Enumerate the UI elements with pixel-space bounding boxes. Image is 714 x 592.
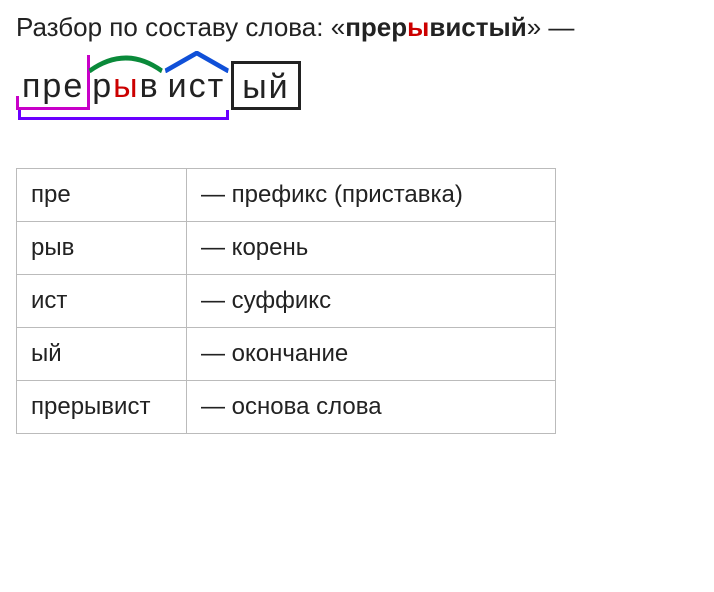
suffix-roof-icon [164,51,230,73]
morpheme-suffix: ист [164,61,230,110]
desc-cell: — префикс (приставка) [187,169,556,222]
morpheme-table: пре — префикс (приставка) рыв — корень и… [16,168,556,434]
stem-wrapper: пре рыв ист [18,61,229,110]
title-suffix: » — [527,12,575,42]
desc-cell: — корень [187,222,556,275]
desc-cell: — окончание [187,328,556,381]
morpheme-ending: ый [231,61,300,110]
table-row: пре — префикс (приставка) [17,169,556,222]
morph-cell: прерывист [17,381,187,434]
morpheme-root: рыв [88,61,163,110]
morph-cell: рыв [17,222,187,275]
stem-underline-icon [18,110,229,120]
morph-cell: ист [17,275,187,328]
morph-cell: ый [17,328,187,381]
title-word-part1: прер [345,12,407,42]
desc-cell: — суффикс [187,275,556,328]
table-row: ист — суффикс [17,275,556,328]
morpheme-prefix: пре [18,61,88,110]
title-word-part2: вистый [429,12,526,42]
morpheme-diagram: пре рыв ист ый [18,61,301,110]
ending-text: ый [242,68,289,106]
root-arc-icon [88,51,163,73]
prefix-text: пре [22,67,84,105]
title-prefix: Разбор по составу слова: « [16,12,345,42]
analysis-title: Разбор по составу слова: «прерывистый» — [16,12,698,43]
table-row: прерывист — основа слова [17,381,556,434]
table-row: ый — окончание [17,328,556,381]
table-row: рыв — корень [17,222,556,275]
desc-cell: — основа слова [187,381,556,434]
morph-cell: пре [17,169,187,222]
title-word-stress: ы [407,12,429,42]
